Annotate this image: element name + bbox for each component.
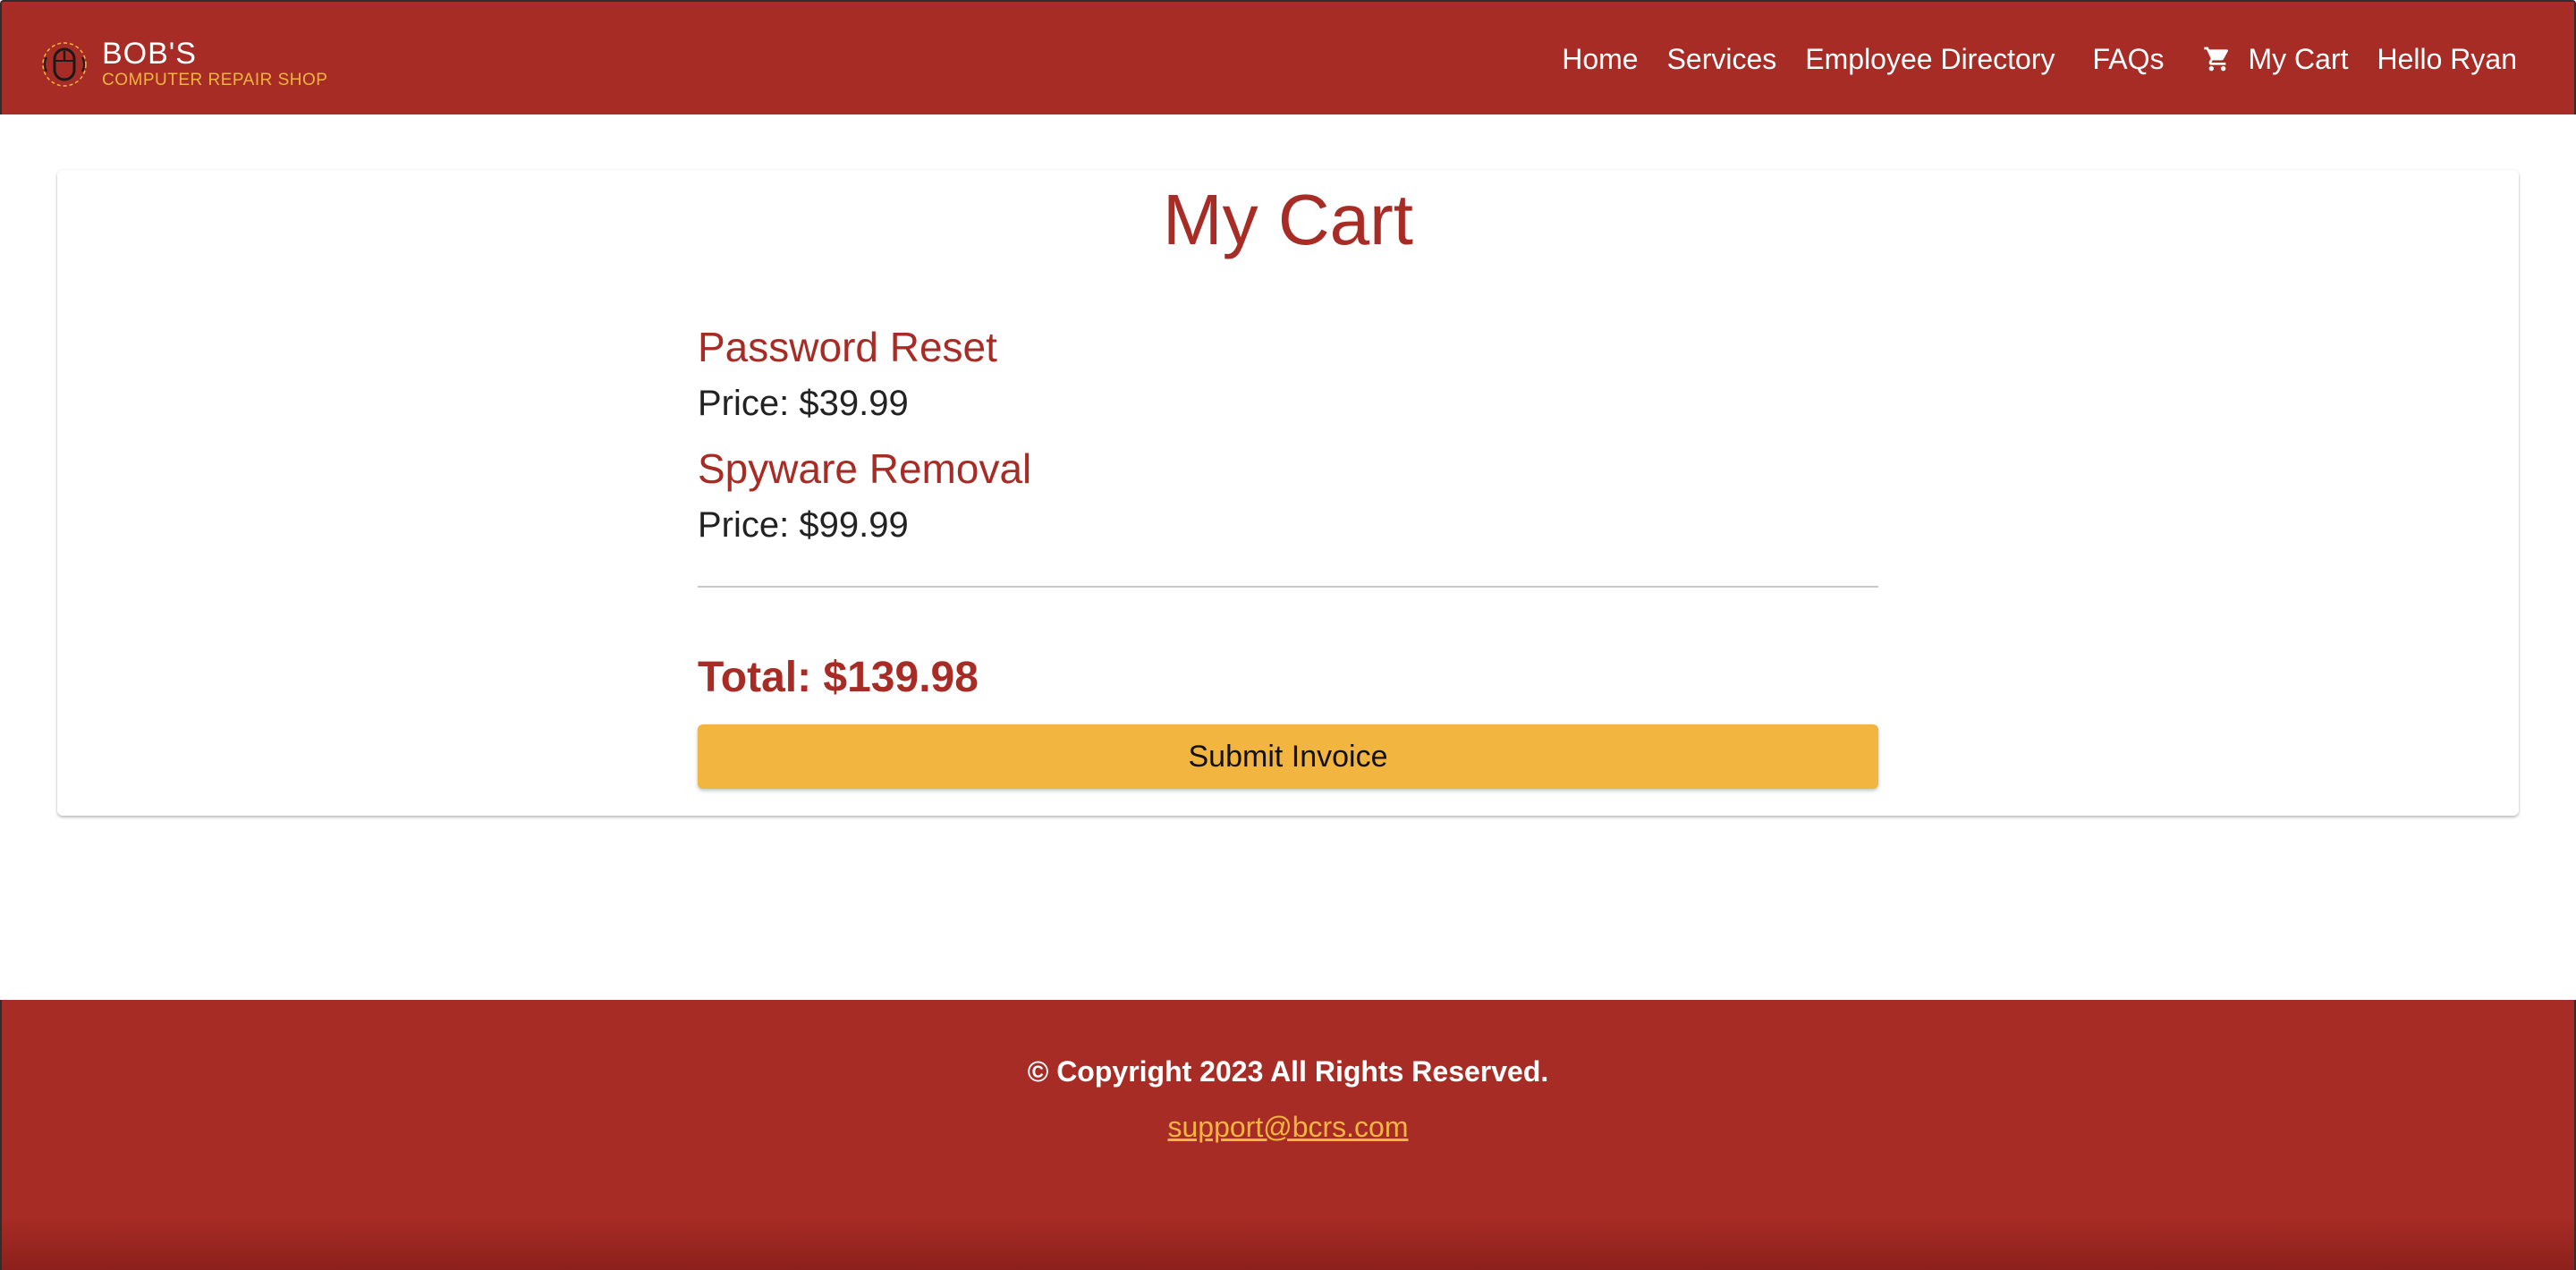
cart-item: Password Reset Price: $39.99: [698, 322, 1878, 444]
brand-name: BOB'S: [102, 37, 197, 71]
nav-services-link[interactable]: Services: [1653, 43, 1792, 76]
brand-subtitle: COMPUTER REPAIR SHOP: [102, 71, 328, 89]
mouse-logo-icon: [42, 42, 87, 87]
top-navbar: BOB'S COMPUTER REPAIR SHOP Home Services…: [0, 0, 2576, 114]
cart-item-price: Price: $99.99: [698, 505, 909, 545]
submit-invoice-button[interactable]: Submit Invoice: [698, 724, 1878, 789]
cart-item-name: Spyware Removal: [698, 445, 1032, 492]
cart-item: Spyware Removal Price: $99.99: [698, 444, 1878, 565]
cart-total: Total: $139.98: [698, 654, 979, 701]
shopping-cart-icon: [2204, 47, 2229, 72]
nav-my-cart-link[interactable]: My Cart: [2189, 43, 2362, 76]
nav-faqs-link[interactable]: FAQs: [2078, 43, 2178, 76]
brand-logo-link[interactable]: BOB'S COMPUTER REPAIR SHOP: [39, 38, 327, 91]
footer-copyright: © Copyright 2023 All Rights Reserved.: [1027, 1055, 1549, 1088]
cart-card: My Cart Password Reset Price: $39.99 Spy…: [57, 170, 2519, 816]
cart-item-price: Price: $39.99: [698, 384, 909, 423]
nav-home-link[interactable]: Home: [1547, 43, 1652, 76]
nav-my-cart-label: My Cart: [2248, 42, 2349, 75]
page-title: My Cart: [1163, 180, 1413, 259]
user-greeting-link[interactable]: Hello Ryan: [2362, 43, 2531, 76]
cart-divider: [698, 586, 1878, 588]
support-email-link[interactable]: support@bcrs.com: [2, 1111, 2574, 1144]
cart-item-name: Password Reset: [698, 324, 997, 370]
footer-shadow: [2, 1216, 2574, 1270]
page-footer: © Copyright 2023 All Rights Reserved. su…: [0, 1000, 2576, 1270]
nav-employee-directory-link[interactable]: Employee Directory: [1791, 43, 2069, 76]
main-nav: Home Services Employee Directory FAQs My…: [1547, 2, 2531, 116]
cart-items-list: Password Reset Price: $39.99 Spyware Rem…: [698, 322, 1878, 565]
